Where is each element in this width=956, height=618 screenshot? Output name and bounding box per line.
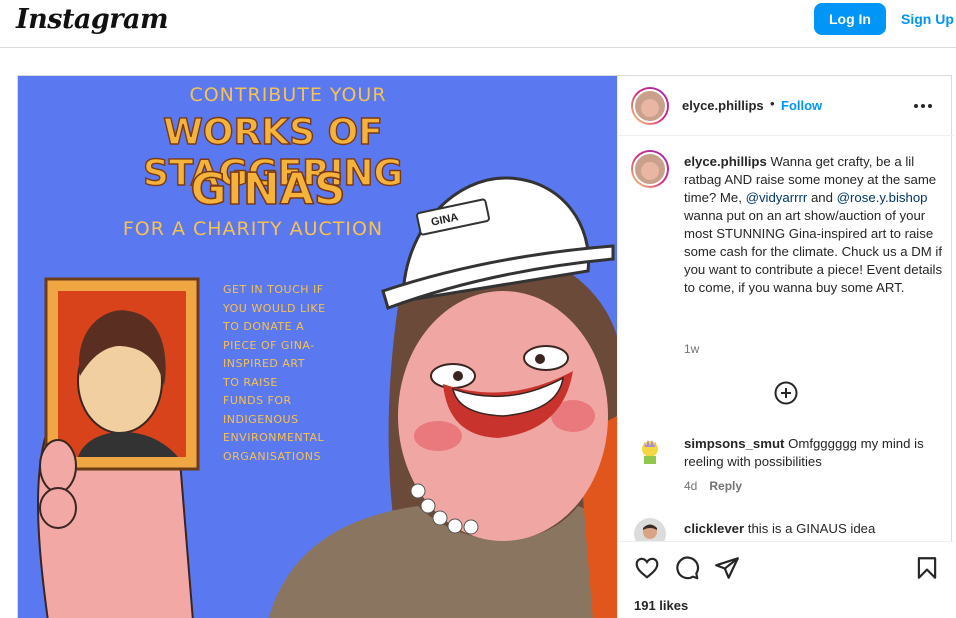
separator-dot: • bbox=[770, 96, 775, 111]
signup-link[interactable]: Sign Up bbox=[901, 11, 954, 27]
author-username[interactable]: elyce.phillips bbox=[682, 98, 764, 113]
login-button[interactable]: Log In bbox=[814, 3, 886, 35]
likes-count[interactable]: 191 likes bbox=[634, 598, 688, 613]
post-actions: 191 likes bbox=[618, 541, 954, 618]
art-heading-line3: GINAS bbox=[190, 163, 347, 216]
art-side-text: GET IN TOUCH IF YOU WOULD LIKE TO DONATE… bbox=[223, 283, 326, 463]
caption-username[interactable]: elyce.phillips bbox=[684, 154, 767, 169]
follow-button[interactable]: Follow bbox=[781, 98, 822, 113]
caption-timestamp[interactable]: 1w bbox=[684, 342, 699, 356]
bookmark-icon[interactable] bbox=[914, 555, 940, 581]
post-sidebar: elyce.phillips • Follow elyce.phillips W… bbox=[617, 76, 954, 618]
caption-text: and bbox=[807, 190, 837, 205]
comment-avatar[interactable] bbox=[634, 434, 666, 466]
comment-time[interactable]: 4d bbox=[684, 479, 697, 493]
caption-text: wanna put on an art show/auction of your… bbox=[684, 208, 943, 295]
load-more-icon[interactable] bbox=[774, 381, 798, 405]
mention-link[interactable]: @vidyarrrr bbox=[746, 190, 808, 205]
comment-icon[interactable] bbox=[674, 555, 700, 581]
comment-meta: 4d Reply bbox=[684, 479, 742, 493]
post-image[interactable]: CONTRIBUTE YOUR WORKS OF STAGGERING GINA… bbox=[18, 76, 617, 618]
top-nav-bar: Instagram Log In Sign Up bbox=[0, 0, 956, 48]
post-card: CONTRIBUTE YOUR WORKS OF STAGGERING GINA… bbox=[17, 75, 954, 618]
art-heading-line1: CONTRIBUTE YOUR bbox=[189, 84, 387, 106]
more-options-icon[interactable] bbox=[914, 96, 936, 116]
comment-username[interactable]: simpsons_smut bbox=[684, 436, 784, 451]
reply-button[interactable]: Reply bbox=[709, 479, 742, 493]
share-icon[interactable] bbox=[714, 555, 740, 581]
mention-link[interactable]: @rose.y.bishop bbox=[837, 190, 928, 205]
heart-icon[interactable] bbox=[634, 555, 660, 581]
comment-username[interactable]: clicklever bbox=[684, 521, 744, 536]
post-caption: elyce.phillips Wanna get crafty, be a li… bbox=[684, 153, 946, 297]
comment-text: simpsons_smut Omfgggggg my mind is reeli… bbox=[684, 436, 924, 469]
comment-text: clicklever this is a GINAUS idea bbox=[684, 521, 876, 536]
post-header: elyce.phillips • Follow bbox=[618, 76, 954, 136]
instagram-logo[interactable]: Instagram bbox=[16, 4, 169, 35]
art-heading-line4: FOR A CHARITY AUCTION bbox=[122, 218, 384, 240]
author-avatar[interactable] bbox=[631, 87, 669, 125]
caption-avatar[interactable] bbox=[631, 150, 669, 188]
